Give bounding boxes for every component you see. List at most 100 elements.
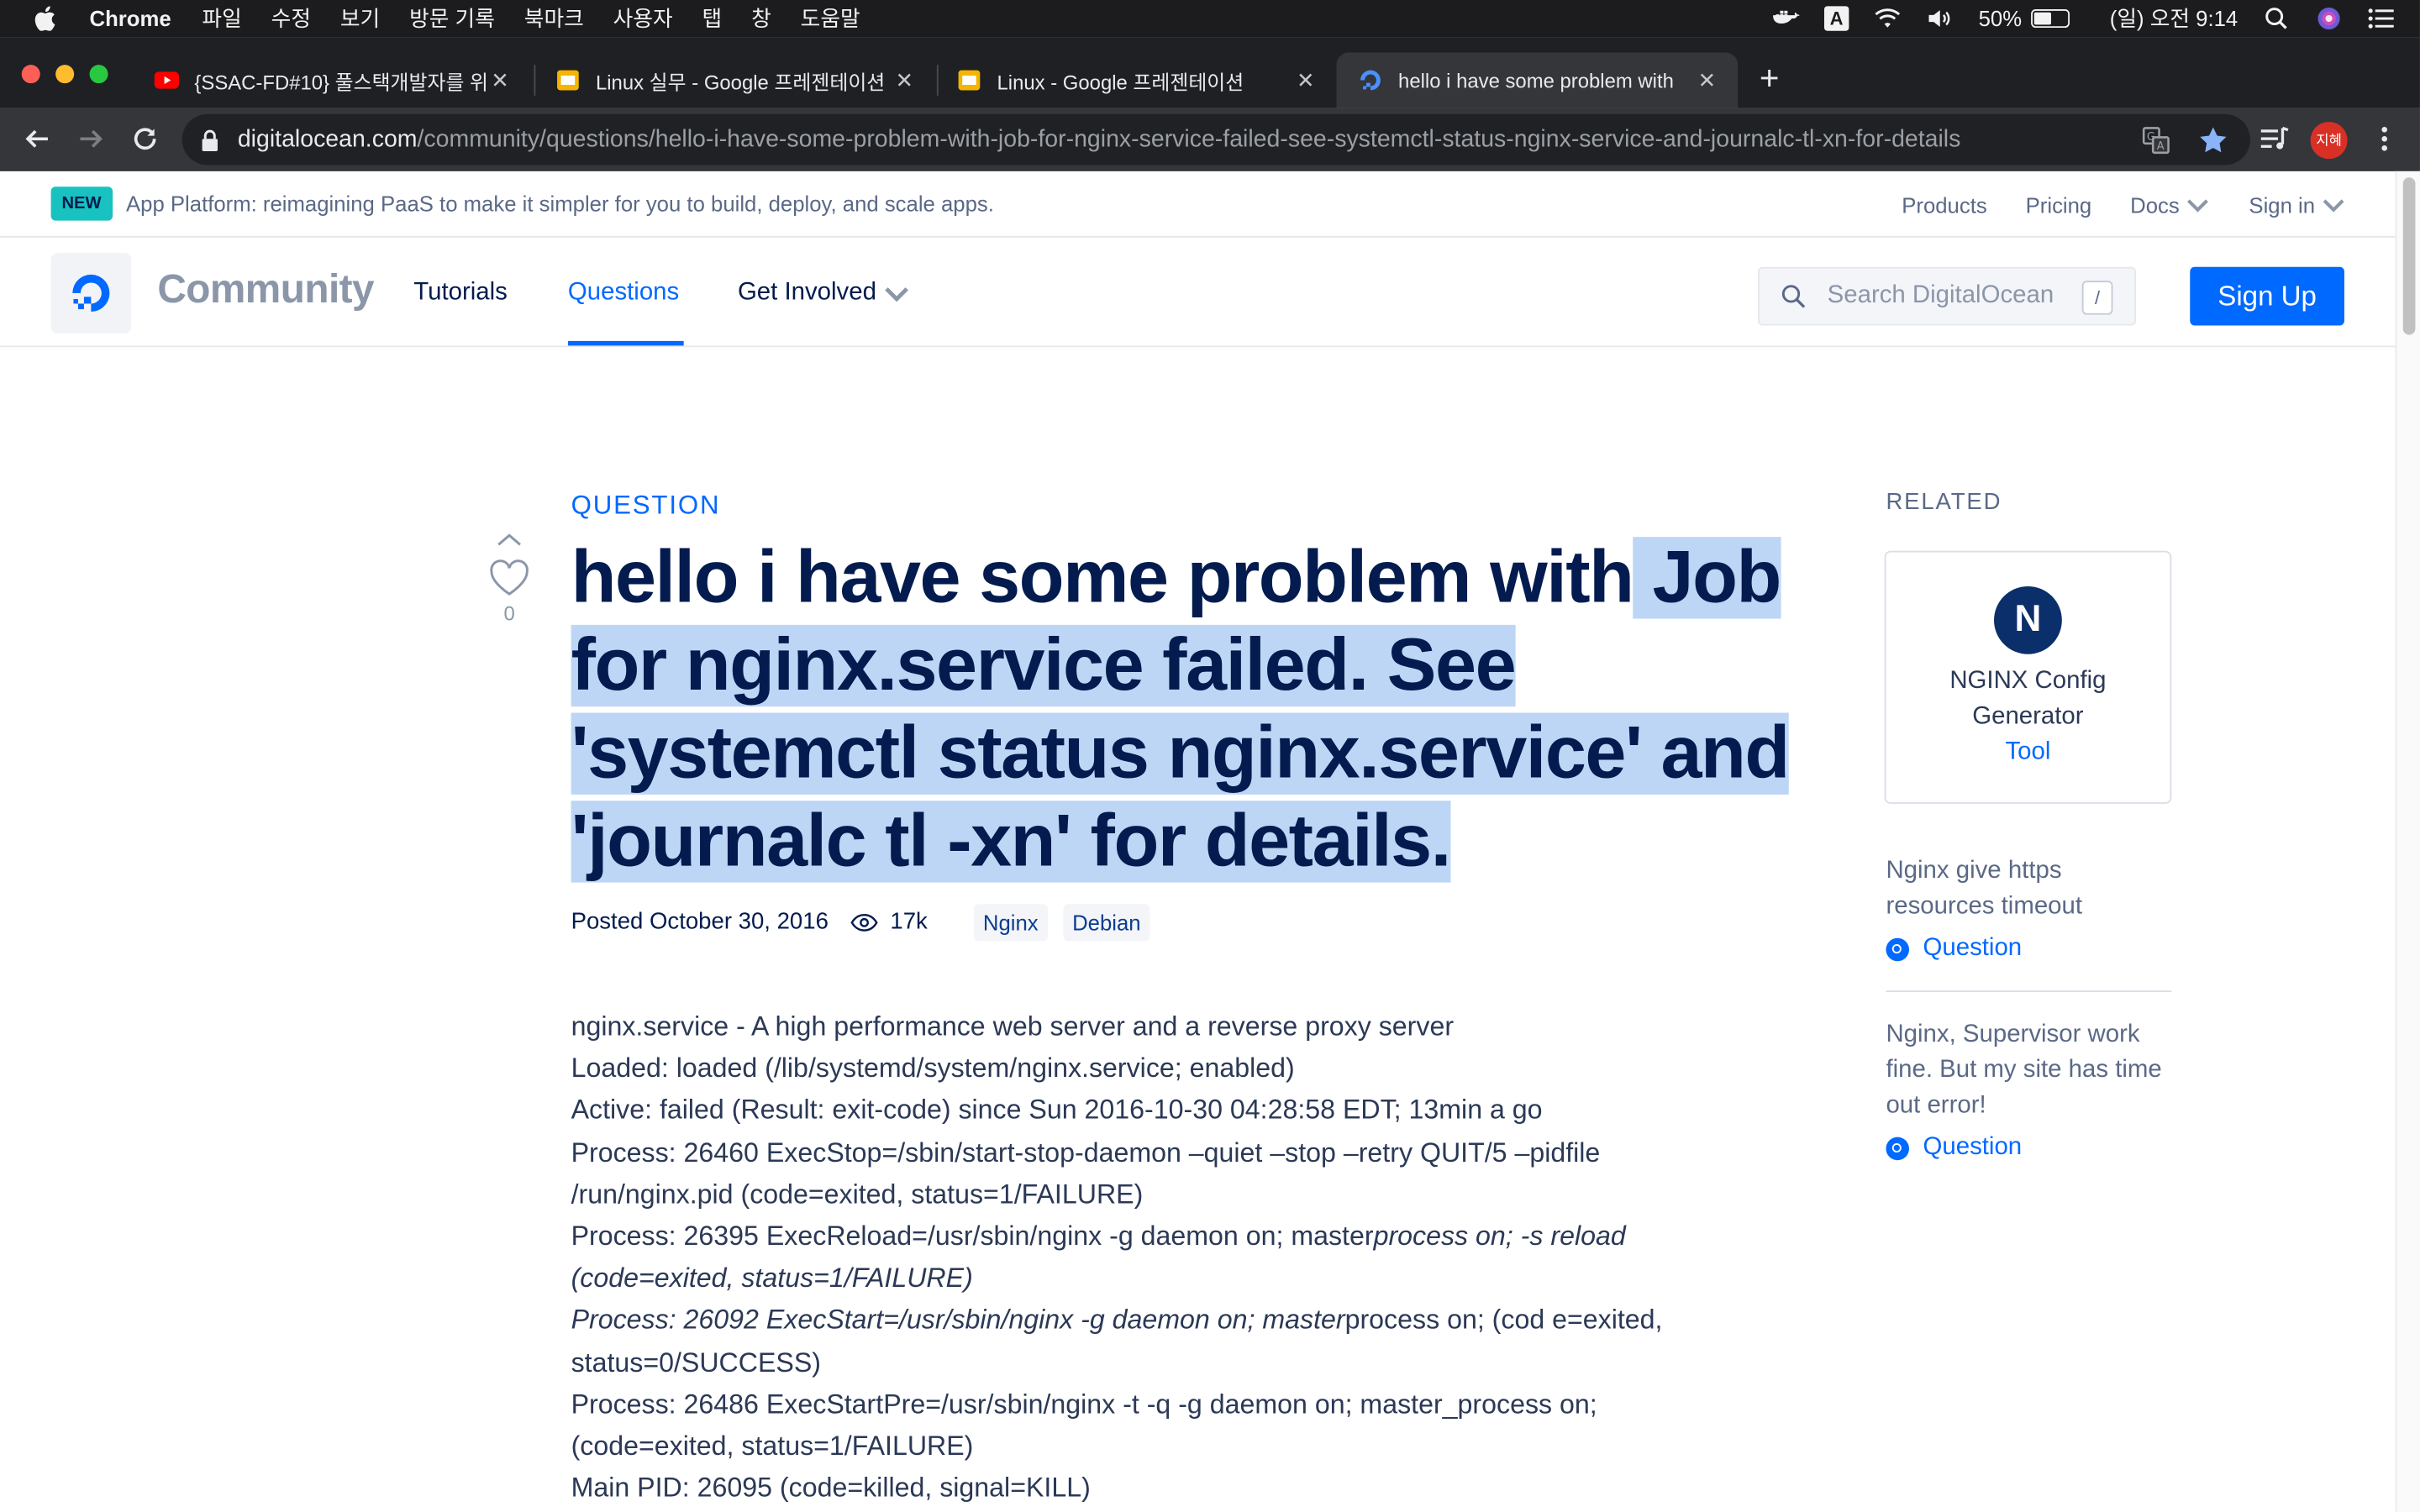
- heart-icon[interactable]: [487, 559, 530, 599]
- input-source-indicator[interactable]: A: [1823, 6, 1849, 31]
- menu-window[interactable]: 창: [751, 3, 771, 34]
- get-involved-label: Get Involved: [737, 279, 876, 306]
- docs-label: Docs: [2130, 192, 2180, 218]
- sign-in-label: Sign in: [2249, 192, 2316, 218]
- menu-bar-status-area: A 50% (일) 오전 9:14: [1771, 0, 2419, 37]
- profile-avatar[interactable]: 지혜: [2310, 122, 2348, 160]
- pricing-label: Pricing: [2025, 192, 2092, 218]
- more-vertical-icon: [2381, 126, 2388, 151]
- related-divider: [1886, 990, 2172, 992]
- svg-text:G: G: [2147, 130, 2155, 143]
- question-body: nginx.service - A high performance web s…: [571, 1006, 1744, 1510]
- body-italic-text: Process: 26092 ExecStart=/usr/sbin/nginx…: [571, 1304, 1345, 1336]
- url-text[interactable]: digitalocean.com/community/questions/hel…: [238, 126, 2127, 154]
- nav-get-involved[interactable]: Get Involved: [738, 279, 910, 307]
- back-button[interactable]: [18, 120, 55, 157]
- window-minimize-button[interactable]: [55, 65, 75, 84]
- sign-up-button[interactable]: Sign Up: [2190, 266, 2344, 326]
- app-name-menu[interactable]: Chrome: [90, 6, 171, 30]
- chevron-down-icon: [2187, 198, 2209, 212]
- body-line: nginx.service - A high performance web s…: [571, 1011, 1455, 1042]
- menu-tab[interactable]: 탭: [702, 3, 723, 34]
- tab-ssac-youtube[interactable]: {SSAC-FD#10} 풀스택개발자를 위 ✕: [133, 52, 531, 108]
- chevron-up-icon[interactable]: [494, 533, 525, 548]
- page-scrollbar[interactable]: [2395, 171, 2420, 1512]
- tab-title: {SSAC-FD#10} 풀스택개발자를 위: [194, 70, 488, 94]
- apple-logo-icon[interactable]: [34, 6, 55, 31]
- related-item-title[interactable]: Nginx, Supervisor work fine. But my site…: [1886, 1016, 2171, 1123]
- community-brand[interactable]: Community: [157, 265, 374, 313]
- notification-center-icon[interactable]: [2367, 6, 2395, 30]
- forward-button[interactable]: [72, 120, 109, 157]
- tag-nginx[interactable]: Nginx: [973, 903, 1048, 941]
- menu-history[interactable]: 방문 기록: [409, 3, 495, 34]
- nav-tutorials[interactable]: Tutorials: [413, 279, 508, 307]
- menu-file[interactable]: 파일: [202, 3, 241, 34]
- search-input[interactable]: [1827, 282, 2090, 311]
- related-heading: RELATED: [1886, 489, 2002, 516]
- menu-bar-clock[interactable]: (일) 오전 9:14: [2110, 3, 2238, 34]
- question-title: hello i have some problem with Job for n…: [571, 533, 1822, 885]
- tab-close-icon[interactable]: ✕: [1695, 67, 1719, 93]
- youtube-icon: [154, 71, 180, 89]
- nav-questions[interactable]: Questions: [568, 279, 679, 307]
- tab-title: Linux 실무 - Google 프레젠테이션: [595, 70, 886, 94]
- window-close-button[interactable]: [21, 65, 40, 84]
- related-item-title[interactable]: Nginx give https resources timeout: [1886, 853, 2171, 924]
- tab-title: Linux - Google 프레젠테이션: [997, 70, 1244, 94]
- vote-widget: 0: [485, 528, 534, 625]
- tab-close-icon[interactable]: ✕: [892, 67, 917, 93]
- question-bubble-icon: [1886, 1136, 1909, 1160]
- related-item[interactable]: Nginx, Supervisor work fine. But my site…: [1886, 1016, 2171, 1162]
- siri-icon[interactable]: [2315, 6, 2343, 30]
- lock-icon[interactable]: [201, 129, 219, 151]
- scrollbar-thumb[interactable]: [2402, 177, 2416, 335]
- screen: Chrome 파일 수정 보기 방문 기록 북마크 사용자 탭 창 도움말 A …: [0, 0, 2420, 1512]
- volume-icon[interactable]: [1926, 6, 1954, 30]
- related-item[interactable]: Nginx give https resources timeout Quest…: [1886, 853, 2171, 963]
- bookmark-star-icon[interactable]: [2197, 124, 2228, 155]
- question-bubble-icon: [1886, 937, 1909, 961]
- google-slides-icon: [557, 70, 579, 91]
- wifi-icon[interactable]: [1874, 6, 1902, 30]
- menu-help[interactable]: 도움말: [801, 3, 860, 34]
- vote-count: 0: [503, 601, 515, 625]
- svg-text:A: A: [2157, 139, 2165, 152]
- translate-icon[interactable]: GA: [2142, 126, 2170, 154]
- nginx-logo: N: [1994, 585, 2062, 654]
- battery-icon[interactable]: [2031, 9, 2070, 29]
- products-link[interactable]: Products: [1902, 192, 1986, 217]
- macos-menu-bar: Chrome 파일 수정 보기 방문 기록 북마크 사용자 탭 창 도움말 A …: [0, 0, 2420, 38]
- digitalocean-logo[interactable]: [50, 253, 132, 333]
- sign-in-dropdown[interactable]: Sign in: [2249, 192, 2345, 217]
- related-tool-name: NGINX Config Generator: [1949, 668, 2107, 730]
- tab-close-icon[interactable]: ✕: [487, 67, 512, 93]
- chevron-down-icon: [2323, 198, 2344, 212]
- spotlight-search-icon[interactable]: [2263, 6, 2291, 30]
- tag-debian[interactable]: Debian: [1063, 903, 1150, 941]
- body-text: Process: 26395 ExecReload=/usr/sbin/ngin…: [571, 1220, 1374, 1252]
- chrome-menu-button[interactable]: [2366, 120, 2403, 157]
- tab-digitalocean-question[interactable]: hello i have some problem with ✕: [1336, 52, 1739, 108]
- address-bar[interactable]: digitalocean.com/community/questions/hel…: [182, 113, 2250, 165]
- reload-button[interactable]: [127, 120, 164, 157]
- eye-icon: [850, 913, 878, 931]
- tab-close-icon[interactable]: ✕: [1293, 67, 1318, 93]
- pricing-link[interactable]: Pricing: [2026, 192, 2092, 217]
- menu-bookmarks[interactable]: 북마크: [524, 3, 584, 34]
- tab-linux-slides[interactable]: Linux - Google 프레젠테이션 ✕: [935, 52, 1337, 108]
- menu-edit[interactable]: 수정: [271, 3, 311, 34]
- question-meta: Posted October 30, 2016 17k Nginx Debian: [571, 902, 1150, 941]
- new-tab-button[interactable]: +: [1760, 61, 1780, 95]
- new-badge: NEW: [50, 186, 113, 221]
- docker-icon[interactable]: [1771, 6, 1800, 30]
- related-tool-card[interactable]: N NGINX Config Generator Tool: [1884, 550, 2172, 804]
- menu-people[interactable]: 사용자: [613, 3, 673, 34]
- tab-title: hello i have some problem with: [1398, 68, 1674, 92]
- window-zoom-button[interactable]: [89, 65, 108, 84]
- tab-linux-practice-slides[interactable]: Linux 실무 - Google 프레젠테이션 ✕: [534, 52, 935, 108]
- media-controls-button[interactable]: [2256, 120, 2293, 157]
- docs-dropdown[interactable]: Docs: [2130, 192, 2210, 217]
- menu-view[interactable]: 보기: [340, 3, 380, 34]
- announcement-link[interactable]: App Platform: reimagining PaaS to make i…: [126, 192, 994, 216]
